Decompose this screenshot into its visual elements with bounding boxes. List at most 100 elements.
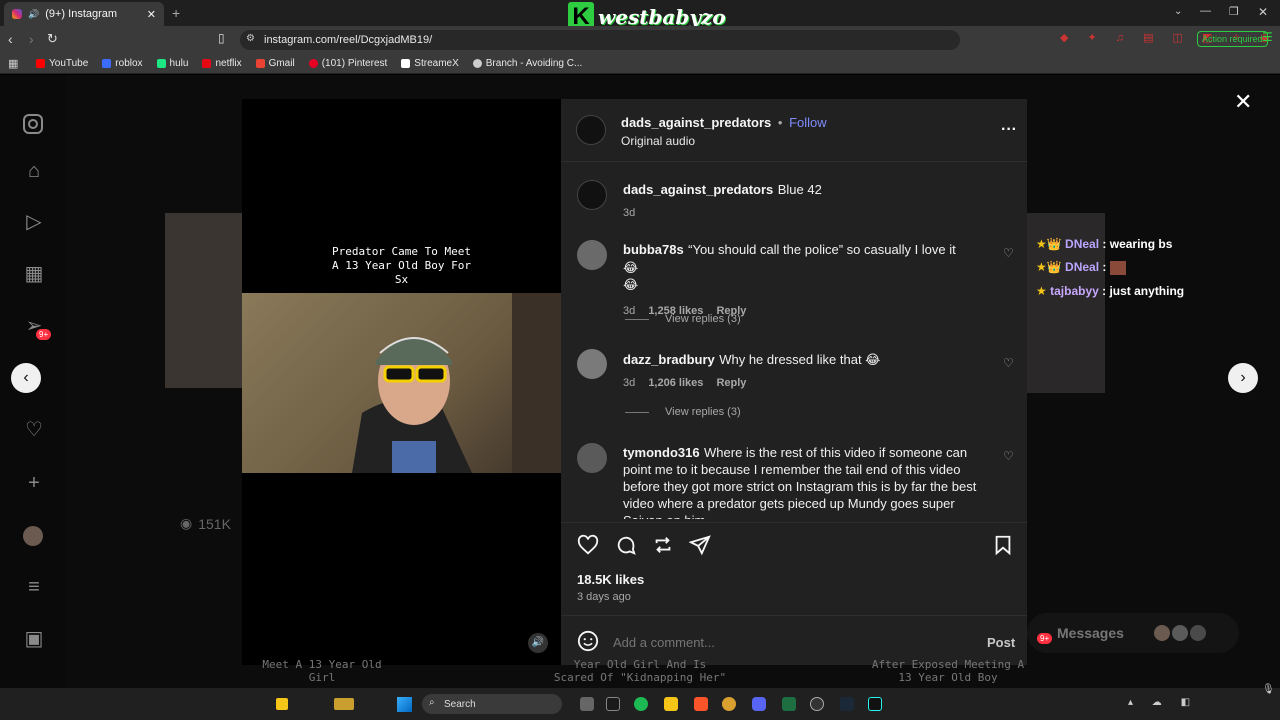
close-reel-icon[interactable]: ✕	[1234, 89, 1252, 115]
home-icon[interactable]: ⌂	[22, 159, 46, 183]
view-replies-button[interactable]: View replies (3)	[625, 406, 741, 418]
site-info-icon[interactable]: ⚙	[246, 33, 255, 44]
share-icon[interactable]	[689, 534, 711, 556]
search-icon: ⌕	[429, 697, 435, 708]
comment-like-icon[interactable]: ♡	[1003, 247, 1015, 259]
maximize-icon[interactable]: ❐	[1229, 5, 1239, 18]
comment-username[interactable]: tymondo316	[623, 445, 700, 460]
terminal-icon[interactable]	[606, 697, 620, 711]
menu-icon[interactable]: ☰	[1262, 30, 1273, 44]
apps-grid-icon[interactable]: ▦	[8, 57, 18, 70]
bookmark-hulu[interactable]: hulu	[156, 58, 188, 69]
comment-like-icon[interactable]: ♡	[1003, 450, 1015, 462]
excel-icon[interactable]	[782, 697, 796, 711]
explore-grid-icon[interactable]: ▦	[22, 262, 46, 286]
app-taskbar-icon[interactable]	[722, 697, 736, 711]
create-plus-icon[interactable]: +	[22, 471, 46, 495]
more-options-icon[interactable]: ···	[1001, 121, 1017, 139]
stream-chat-line-2: ★👑 DNeal :	[1036, 260, 1126, 275]
browser-tab[interactable]: 🔊 (9+) Instagram ✕	[4, 2, 164, 26]
hulu-icon	[156, 59, 166, 68]
reload-icon[interactable]: ↻	[47, 31, 58, 47]
author-username[interactable]: dads_against_predators	[621, 115, 771, 130]
url-text: instagram.com/reel/DcgxjadMB19/	[264, 34, 433, 46]
header-divider	[561, 161, 1027, 162]
post-header: dads_against_predators • Follow Original…	[621, 115, 827, 148]
taskbar-app-icon[interactable]	[334, 698, 354, 710]
url-bar[interactable]: ⚙ instagram.com/reel/DcgxjadMB19/	[240, 30, 960, 50]
comment-username[interactable]: dazz_bradbury	[623, 352, 715, 367]
start-icon[interactable]	[397, 697, 412, 712]
comment-like-icon[interactable]: ♡	[1003, 357, 1015, 369]
comment-avatar[interactable]	[577, 240, 607, 270]
file-explorer-icon[interactable]	[664, 697, 678, 711]
bg-caption-left: Meet A 13 Year Old Girl	[262, 658, 382, 684]
messages-button[interactable]: 9+ Messages	[1027, 613, 1239, 653]
microphone-icon[interactable]: 🎙	[1262, 684, 1275, 695]
spotify-icon[interactable]	[634, 697, 648, 711]
widgets-icon[interactable]	[276, 698, 288, 710]
video-frame	[242, 293, 561, 473]
audio-label[interactable]: Original audio	[621, 134, 827, 148]
comment-avatar[interactable]	[577, 443, 607, 473]
bookmark-netflix[interactable]: netflix	[202, 58, 242, 69]
next-reel-button[interactable]: ›	[1228, 363, 1258, 393]
bookmarks-bar: ▦ YouTube roblox hulu netflix Gmail (101…	[0, 54, 1280, 74]
save-bookmark-icon[interactable]	[992, 534, 1014, 556]
tab-list-chevron-icon[interactable]: ⌄	[1174, 6, 1182, 17]
netflix-icon	[202, 59, 212, 68]
system-tray[interactable]: ▴ ☁ ◧	[1128, 697, 1198, 708]
new-tab-button[interactable]: +	[172, 5, 180, 21]
caption-avatar[interactable]	[577, 180, 607, 210]
bookmark-page-icon[interactable]: ▯	[218, 31, 225, 45]
actions-divider	[561, 522, 1027, 523]
window-close-icon[interactable]: ✕	[1258, 5, 1268, 19]
taskbar-search[interactable]: ⌕ Search	[422, 694, 562, 714]
gmail-icon	[255, 59, 265, 68]
author-avatar[interactable]	[576, 115, 606, 145]
comment-likes[interactable]: 1,206 likes	[648, 377, 703, 389]
minimize-icon[interactable]: —	[1200, 5, 1211, 17]
likes-count[interactable]: 18.5K likes	[577, 572, 644, 587]
instagram-logo-icon[interactable]	[22, 113, 46, 137]
caption-username[interactable]: dads_against_predators	[623, 182, 773, 197]
repost-icon[interactable]	[652, 534, 674, 556]
forward-icon[interactable]: ›	[29, 31, 34, 47]
mute-toggle-icon[interactable]: 🔊	[528, 633, 548, 653]
tiktok-icon[interactable]	[868, 697, 882, 711]
comment-avatar[interactable]	[577, 349, 607, 379]
more-menu-icon[interactable]: ≡	[22, 575, 46, 599]
tab-close-icon[interactable]: ✕	[147, 8, 156, 21]
notifications-heart-icon[interactable]: ♡	[22, 418, 46, 442]
bookmark-branch[interactable]: Branch - Avoiding C...	[472, 58, 582, 69]
emoji-icon[interactable]	[577, 630, 599, 652]
back-icon[interactable]: ‹	[8, 31, 13, 47]
instagram-page: ⌂ ▷ ▦ ➢ 9+ ♡ + ≡ ▣ ◉ 151K ‹ › ✕ ★👑 DNeal …	[0, 75, 1280, 688]
bookmark-youtube[interactable]: YouTube	[36, 58, 88, 69]
bookmark-roblox[interactable]: roblox	[102, 58, 143, 69]
view-replies-button[interactable]: View replies (3)	[625, 313, 741, 325]
bookmark-streamex[interactable]: StreameX	[401, 58, 459, 69]
bookmark-pinterest[interactable]: (101) Pinterest	[308, 58, 387, 69]
reels-icon[interactable]: ▷	[22, 210, 46, 234]
comment-input[interactable]	[613, 632, 943, 652]
action-required-button[interactable]: Action required	[1197, 31, 1268, 47]
messages-label: Messages	[1057, 625, 1124, 641]
discord-icon[interactable]	[752, 697, 766, 711]
profile-avatar[interactable]	[23, 526, 43, 546]
reel-video[interactable]: Predator Came To Meet A 13 Year Old Boy …	[242, 99, 561, 665]
previous-reel-button[interactable]: ‹	[11, 363, 41, 393]
header-separator: •	[777, 115, 783, 130]
task-view-icon[interactable]	[580, 697, 594, 711]
also-from-meta-icon[interactable]: ▣	[22, 627, 46, 651]
reply-button[interactable]: Reply	[716, 377, 746, 389]
bookmark-gmail[interactable]: Gmail	[255, 58, 295, 69]
comment-username[interactable]: bubba78s	[623, 242, 684, 257]
follow-button[interactable]: Follow	[789, 115, 827, 130]
steam-icon[interactable]	[840, 697, 854, 711]
comment-icon[interactable]	[615, 534, 637, 556]
obs-icon[interactable]	[810, 697, 824, 711]
brave-taskbar-icon[interactable]	[694, 697, 708, 711]
like-icon[interactable]	[577, 534, 599, 556]
post-comment-button[interactable]: Post	[987, 635, 1015, 650]
